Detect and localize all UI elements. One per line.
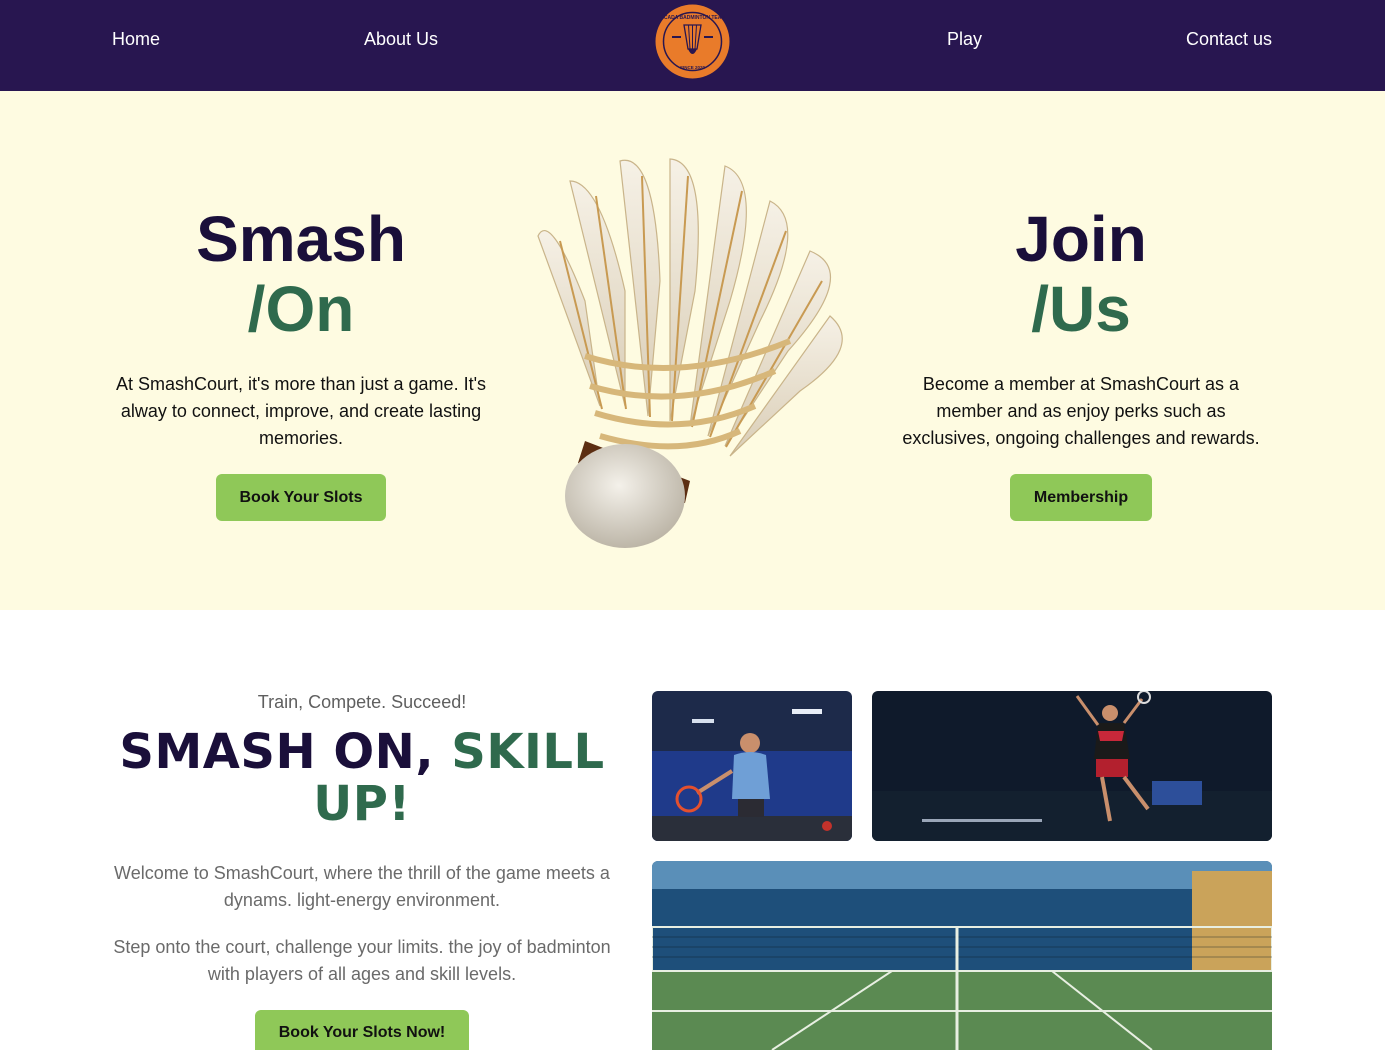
- nav-contact-link[interactable]: Contact us: [1186, 29, 1272, 50]
- intro-tagline: Train, Compete. Succeed!: [257, 692, 467, 712]
- book-slots-button[interactable]: Book Your Slots: [215, 474, 387, 521]
- hero-smash-text: At SmashCourt, it's more than just a gam…: [115, 374, 487, 448]
- shuttlecock-icon: [537, 158, 843, 548]
- nav-about-link[interactable]: About Us: [364, 29, 438, 50]
- hero-section: Smash /On At SmashCourt, it's more than …: [0, 91, 1385, 610]
- nav-home-link[interactable]: Home: [112, 29, 160, 50]
- hero-smash-title: Smash: [196, 203, 406, 275]
- logo-text-top: LICADA BADMINTON TEAM: [659, 15, 725, 21]
- player-photo-2: [872, 691, 1272, 841]
- intro-heading-dark: SMASH ON,: [119, 724, 452, 780]
- player-photo-1: [652, 691, 852, 841]
- shuttlecock-badge-icon: LICADA BADMINTON TEAM SINCE 2020: [655, 4, 730, 79]
- intro-paragraph-1: Welcome to SmashCourt, where the thrill …: [114, 863, 610, 910]
- hero-smash-subtitle: /On: [247, 273, 355, 345]
- logo-text-bottom: SINCE 2020: [680, 65, 706, 70]
- club-logo[interactable]: LICADA BADMINTON TEAM SINCE 2020: [654, 3, 731, 80]
- hero-join-text: Become a member at SmashCourt as a membe…: [902, 374, 1260, 448]
- membership-button[interactable]: Membership: [1009, 474, 1153, 521]
- top-navigation: Home About Us LICADA BADMINTON TEAM SINC…: [0, 0, 1385, 91]
- court-photo: [652, 861, 1272, 1050]
- intro-section: Train, Compete. Succeed! SMASH ON, SKILL…: [101, 690, 623, 1050]
- hero-join-block: Join /Us Become a member at SmashCourt a…: [891, 204, 1271, 521]
- intro-paragraph-2: Step onto the court, challenge your limi…: [113, 937, 611, 984]
- book-slots-now-button[interactable]: Book Your Slots Now!: [254, 1010, 470, 1050]
- hero-join-subtitle: /Us: [1031, 273, 1131, 345]
- intro-heading: SMASH ON, SKILL UP!: [101, 726, 623, 830]
- hero-smash-block: Smash /On At SmashCourt, it's more than …: [101, 204, 501, 521]
- shuttlecock-image: [530, 151, 865, 551]
- hero-join-title: Join: [1015, 203, 1147, 275]
- nav-play-link[interactable]: Play: [947, 29, 982, 50]
